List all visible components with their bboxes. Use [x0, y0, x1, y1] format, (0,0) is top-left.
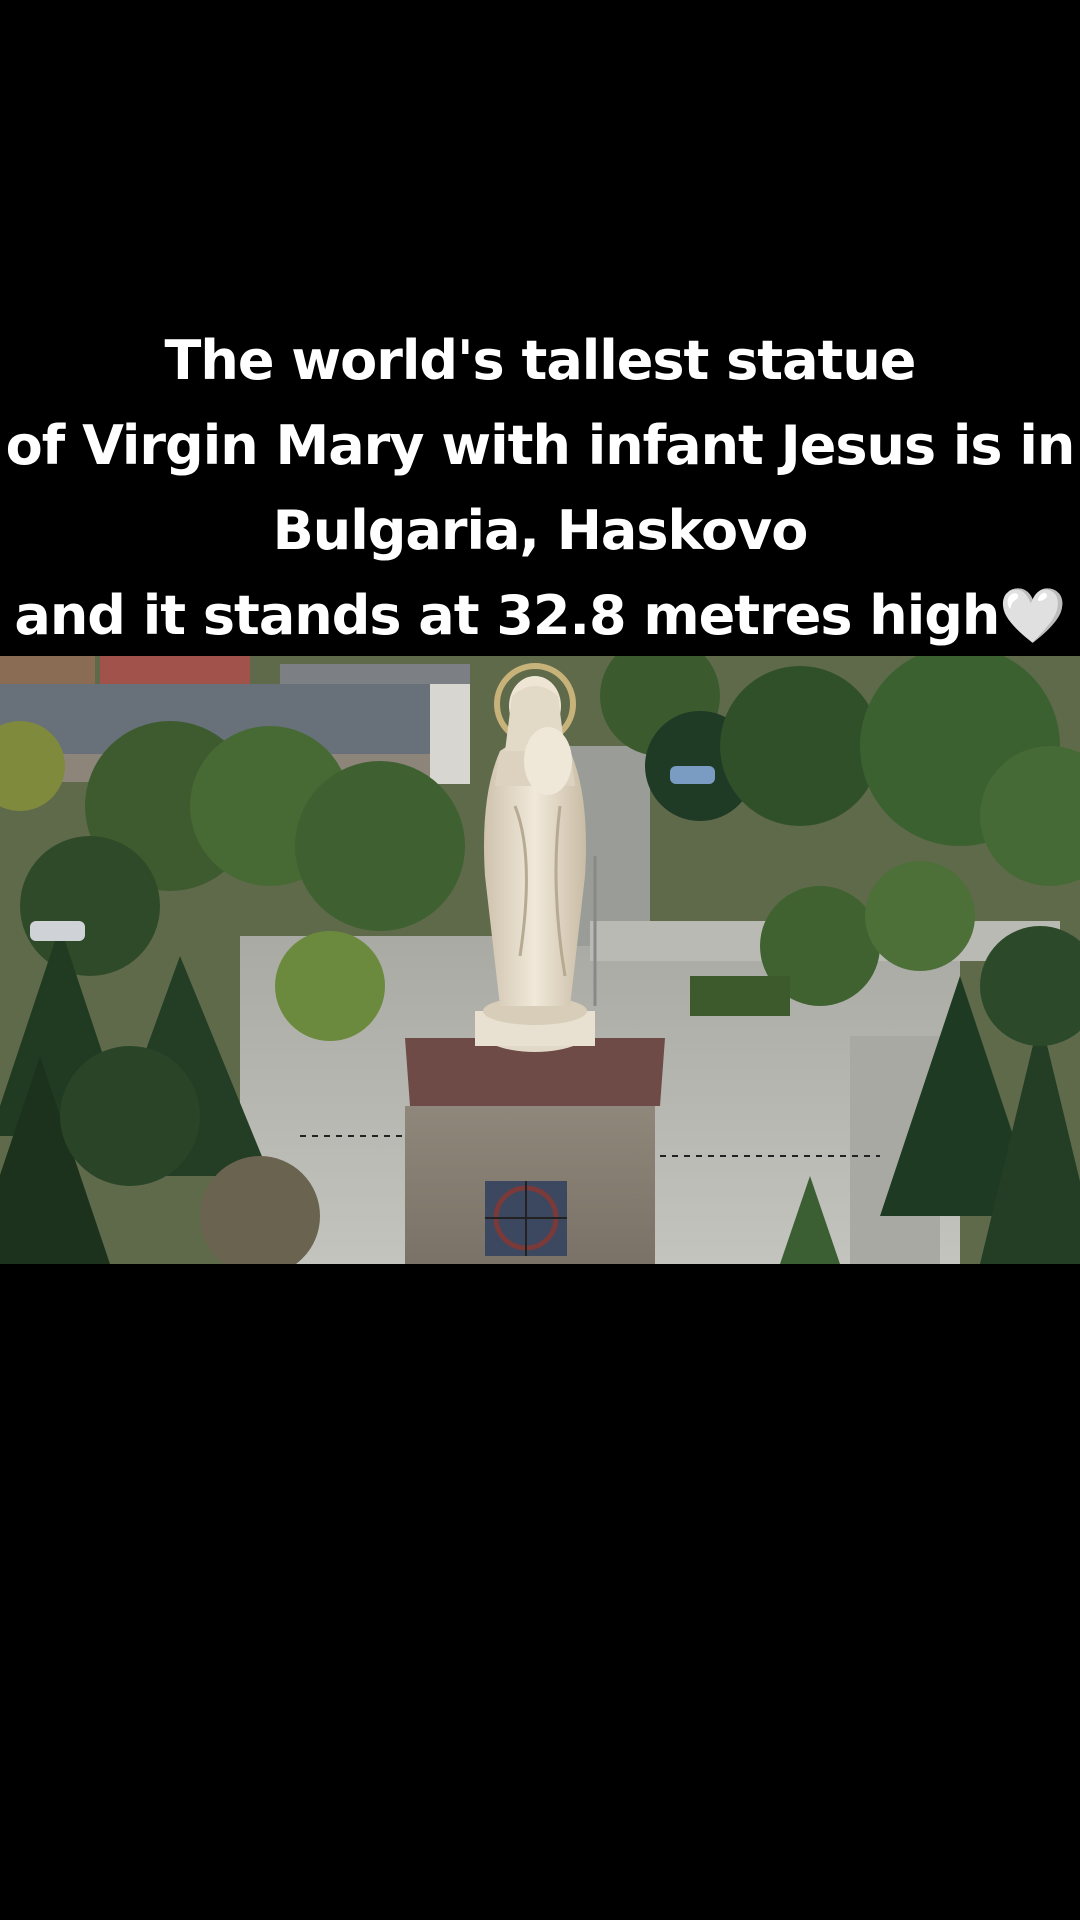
- video-frame[interactable]: [0, 656, 1080, 1264]
- caption-text: The world's tallest statue of Virgin Mar…: [0, 318, 1080, 658]
- car: [30, 921, 85, 941]
- video-post-screen: The world's tallest statue of Virgin Mar…: [0, 0, 1080, 1920]
- building-red: [100, 656, 250, 686]
- building: [0, 656, 95, 684]
- caption-line-4: and it stands at 32.8 metres high🤍: [14, 584, 1066, 647]
- infant-jesus: [524, 727, 572, 795]
- caption-line-1: The world's tallest statue: [164, 329, 917, 392]
- statue-pedestal: [405, 1038, 665, 1264]
- caption-line-3: Bulgaria, Haskovo: [272, 499, 809, 562]
- aerial-statue-scene: [0, 656, 1080, 1264]
- car: [670, 766, 715, 784]
- caption-line-2: of Virgin Mary with infant Jesus is in: [5, 414, 1076, 477]
